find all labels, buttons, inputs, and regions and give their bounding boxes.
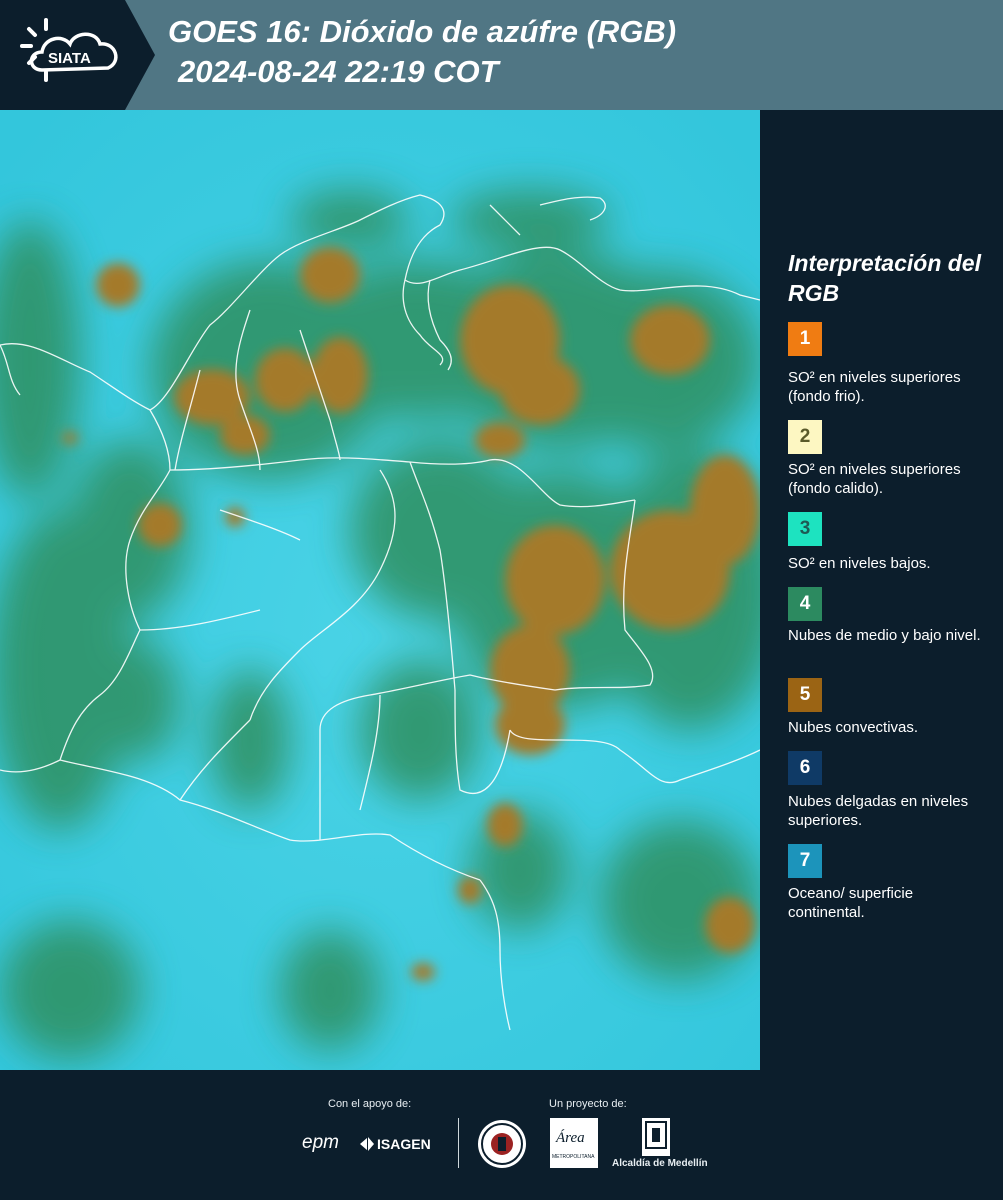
legend-text-4: Nubes de medio y bajo nivel. <box>788 627 981 644</box>
logo-text: SIATA <box>48 50 91 67</box>
alcaldia-shield-icon <box>642 1118 670 1156</box>
header-bar: SIATA GOES 16: Dióxido de azúfre (RGB) 2… <box>0 0 1003 110</box>
page-timestamp: 2024-08-24 22:19 COT <box>178 54 499 89</box>
legend-panel: Interpretación del RGB 1 SO² en niveles … <box>760 110 1003 1070</box>
legend-swatch-6: 6 <box>788 751 822 785</box>
epm-logo: epm <box>302 1132 339 1153</box>
legend-number: 7 <box>799 850 811 871</box>
legend-swatch-5: 5 <box>788 678 822 712</box>
support-label: Con el apoyo de: <box>328 1098 412 1110</box>
legend-text-7: Oceano/ superficie continental. <box>788 885 914 921</box>
legend-text-3: SO² en niveles bajos. <box>788 555 931 572</box>
legend-number: 4 <box>799 593 811 614</box>
area-logo-mark: Área <box>556 1130 585 1146</box>
legend-title: Interpretación del RGB <box>788 250 981 306</box>
siata-logo: SIATA <box>0 0 155 110</box>
legend-text-1: SO² en niveles superiores (fondo frio). <box>788 369 961 405</box>
satellite-map[interactable] <box>0 110 760 1070</box>
legend-swatch-2: 2 <box>788 420 822 454</box>
legend-number: 1 <box>799 328 811 349</box>
legend-swatch-1: 1 <box>788 322 822 356</box>
legend-text-2: SO² en niveles superiores (fondo calido)… <box>788 461 961 497</box>
area-metropolitana-logo: Área METROPOLITANA <box>550 1118 598 1168</box>
footer-divider <box>458 1118 459 1168</box>
legend-swatch-4: 4 <box>788 587 822 621</box>
legend-number: 6 <box>799 757 811 778</box>
legend-text-5: Nubes convectivas. <box>788 719 919 736</box>
medellin-seal <box>478 1120 526 1168</box>
legend-text-6: Nubes delgadas en niveles superiores. <box>788 793 969 829</box>
legend-swatch-3: 3 <box>788 512 822 546</box>
page-title: GOES 16: Dióxido de azúfre (RGB) <box>168 14 677 49</box>
footer: Con el apoyo de: Un proyecto de: epm ISA… <box>0 1070 1003 1200</box>
legend-number: 5 <box>799 684 811 705</box>
alcaldia-label: Alcaldía de Medellín <box>612 1158 708 1169</box>
isagen-logo: ISAGEN <box>360 1134 440 1159</box>
isagen-text: ISAGEN <box>377 1136 431 1152</box>
legend-swatch-7: 7 <box>788 844 822 878</box>
legend-number: 3 <box>799 518 811 539</box>
area-logo-sub: METROPOLITANA <box>552 1154 595 1160</box>
legend-number: 2 <box>799 426 811 447</box>
project-label: Un proyecto de: <box>549 1098 627 1110</box>
